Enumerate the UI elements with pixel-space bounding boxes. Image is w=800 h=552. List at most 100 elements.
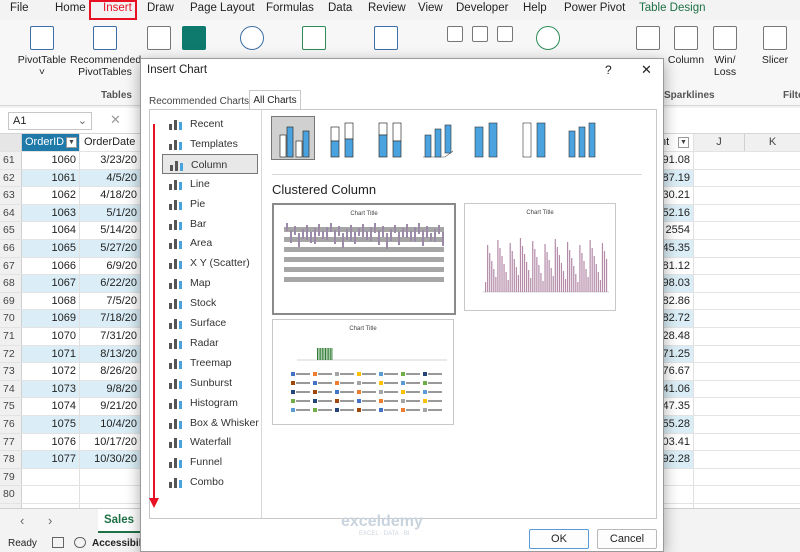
- 3d-stacked-column-thumb[interactable]: [462, 116, 506, 160]
- cell-orderid[interactable]: 1062: [22, 187, 80, 204]
- cell-orderdate[interactable]: 4/5/20: [80, 169, 140, 187]
- chart-preview-2[interactable]: Chart Title: [464, 203, 616, 311]
- cell-orderdate[interactable]: [80, 469, 140, 486]
- cell-orderdate[interactable]: 8/13/20: [80, 345, 140, 363]
- cell-orderid[interactable]: 1063: [22, 204, 80, 222]
- sparkline-winloss-button[interactable]: Win/ Loss: [708, 26, 742, 78]
- menu-insert[interactable]: Insert: [103, 2, 132, 14]
- nav-item-column[interactable]: Column: [162, 153, 258, 174]
- nav-item-map[interactable]: Map: [162, 273, 258, 293]
- cell-orderdate[interactable]: 10/30/20: [80, 451, 140, 468]
- nav-item-surface[interactable]: Surface: [162, 313, 258, 333]
- 100-stacked-column-thumb[interactable]: [366, 116, 410, 160]
- cell-orderid[interactable]: [22, 468, 80, 486]
- cell-orderdate[interactable]: 5/1/20: [80, 204, 140, 222]
- row-header[interactable]: 72: [0, 345, 22, 363]
- nav-item-sunburst[interactable]: Sunburst: [162, 373, 258, 393]
- cell-orderdate[interactable]: 6/22/20: [80, 275, 140, 292]
- clustered-column-thumb[interactable]: [271, 116, 315, 160]
- row-header[interactable]: 69: [0, 292, 22, 310]
- 3d-column-thumb[interactable]: [558, 116, 602, 160]
- menu-help[interactable]: Help: [523, 2, 547, 14]
- recommended-charts-button[interactable]: [372, 26, 400, 54]
- nav-item-x-y-scatter[interactable]: X Y (Scatter): [162, 253, 258, 273]
- row-header[interactable]: 78: [0, 451, 22, 468]
- menu-developer[interactable]: Developer: [456, 2, 508, 14]
- pivottable-button[interactable]: PivotTable ˅: [14, 26, 70, 78]
- cell-orderdate[interactable]: 10/4/20: [80, 416, 140, 433]
- nav-item-templates[interactable]: Templates: [162, 134, 258, 154]
- row-header[interactable]: 62: [0, 169, 22, 187]
- cell-orderid[interactable]: 1060: [22, 152, 80, 169]
- row-header[interactable]: 77: [0, 433, 22, 451]
- menu-home[interactable]: Home: [55, 2, 86, 14]
- cell-orderdate[interactable]: 7/18/20: [80, 310, 140, 327]
- nav-item-stock[interactable]: Stock: [162, 293, 258, 313]
- stacked-column-thumb[interactable]: [318, 116, 362, 160]
- table-button[interactable]: [146, 26, 172, 54]
- cell-orderid[interactable]: 1067: [22, 275, 80, 292]
- scroll-left-icon[interactable]: ‹: [20, 513, 24, 528]
- nav-item-treemap[interactable]: Treemap: [162, 353, 258, 373]
- nav-item-histogram[interactable]: Histogram: [162, 393, 258, 413]
- illustrations-button[interactable]: [238, 26, 266, 54]
- menu-table-design[interactable]: Table Design: [639, 2, 705, 14]
- slicer-button[interactable]: Slicer: [758, 26, 792, 66]
- sparkline-line-button[interactable]: [636, 26, 660, 54]
- sheet-tab-sales[interactable]: Sales: [98, 509, 140, 533]
- cell-orderid[interactable]: 1075: [22, 416, 80, 433]
- cell-orderid[interactable]: 1064: [22, 222, 80, 239]
- menu-formulas[interactable]: Formulas: [266, 2, 314, 14]
- cell-orderdate[interactable]: 3/23/20: [80, 152, 140, 169]
- cell-orderid[interactable]: 1070: [22, 328, 80, 345]
- row-header[interactable]: 63: [0, 187, 22, 204]
- column-k-header[interactable]: K: [744, 134, 800, 151]
- cell-orderid[interactable]: 1073: [22, 380, 80, 398]
- row-header[interactable]: 73: [0, 363, 22, 380]
- cell-orderid[interactable]: 1077: [22, 451, 80, 468]
- row-header[interactable]: 64: [0, 204, 22, 222]
- nav-item-box-whisker[interactable]: Box & Whisker: [162, 413, 259, 433]
- nav-item-area[interactable]: Area: [162, 233, 258, 253]
- chart-preview-3[interactable]: Chart Title: [272, 319, 454, 425]
- row-header[interactable]: 67: [0, 257, 22, 275]
- row-header[interactable]: 74: [0, 380, 22, 398]
- chart-types-group[interactable]: [430, 26, 530, 45]
- cell-orderdate[interactable]: 7/5/20: [80, 293, 140, 310]
- cell-orderdate[interactable]: 9/21/20: [80, 398, 140, 415]
- row-header[interactable]: 79: [0, 468, 22, 486]
- cell-orderid[interactable]: 1068: [22, 292, 80, 310]
- menu-view[interactable]: View: [418, 2, 443, 14]
- cell-orderdate[interactable]: 9/8/20: [80, 380, 140, 398]
- header-orderid[interactable]: OrderID ▼: [22, 134, 80, 151]
- select-all-corner[interactable]: [0, 134, 22, 151]
- cell-orderid[interactable]: 1061: [22, 169, 80, 187]
- cell-orderid[interactable]: 1066: [22, 257, 80, 275]
- header-orderdate[interactable]: OrderDate: [80, 134, 140, 151]
- menu-review[interactable]: Review: [368, 2, 406, 14]
- addins-button[interactable]: [300, 26, 328, 54]
- cell-orderid[interactable]: 1069: [22, 310, 80, 327]
- menu-draw[interactable]: Draw: [147, 2, 174, 14]
- row-header[interactable]: 70: [0, 310, 22, 327]
- row-header[interactable]: 68: [0, 275, 22, 292]
- cell-orderid[interactable]: 1072: [22, 363, 80, 380]
- accessibility-icon[interactable]: [74, 537, 86, 548]
- row-header[interactable]: 66: [0, 240, 22, 257]
- cell-orderid[interactable]: [22, 486, 80, 503]
- row-header[interactable]: 76: [0, 416, 22, 433]
- row-header[interactable]: 75: [0, 398, 22, 415]
- filter-dropdown-icon[interactable]: ▼: [678, 137, 689, 148]
- cell-orderdate[interactable]: 5/27/20: [80, 240, 140, 257]
- nav-item-recent[interactable]: Recent: [162, 114, 258, 134]
- 3d-clustered-column-thumb[interactable]: [414, 116, 458, 160]
- nav-item-line[interactable]: Line: [162, 174, 258, 194]
- close-button[interactable]: ✕: [641, 62, 652, 78]
- cell-orderdate[interactable]: 4/18/20: [80, 187, 140, 204]
- cell-orderdate[interactable]: [80, 486, 140, 503]
- tab-recommended-charts[interactable]: Recommended Charts: [149, 96, 249, 107]
- recommended-pivottables-button[interactable]: Recommended PivotTables: [70, 26, 141, 78]
- nav-item-radar[interactable]: Radar: [162, 333, 258, 353]
- row-header[interactable]: 65: [0, 222, 22, 239]
- cell-orderdate[interactable]: 6/9/20: [80, 258, 140, 275]
